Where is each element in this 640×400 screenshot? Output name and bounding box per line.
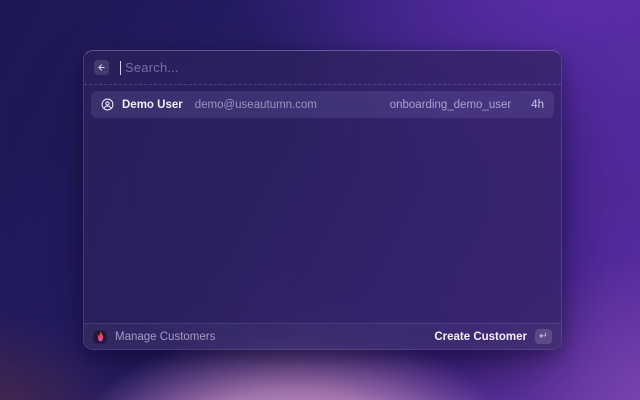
customer-row[interactable]: Demo User demo@useautumn.com onboarding_… xyxy=(91,91,554,118)
enter-key-icon[interactable]: ↵ xyxy=(535,329,552,344)
command-palette: Search... Demo User demo@useautumn.com o… xyxy=(83,50,562,350)
arrow-left-icon xyxy=(97,63,106,72)
customer-last-seen: 4h xyxy=(531,98,544,111)
create-customer-button[interactable]: Create Customer xyxy=(434,331,527,343)
autumn-flame-logo-icon xyxy=(93,329,107,344)
customer-name: Demo User xyxy=(122,98,183,111)
text-cursor xyxy=(120,60,121,75)
palette-footer: Manage Customers Create Customer ↵ xyxy=(84,323,561,349)
search-input[interactable]: Search... xyxy=(125,60,551,75)
results-list: Demo User demo@useautumn.com onboarding_… xyxy=(84,85,561,323)
back-button[interactable] xyxy=(94,60,109,75)
search-header: Search... xyxy=(84,51,561,85)
customer-email: demo@useautumn.com xyxy=(194,98,317,111)
customer-id: onboarding_demo_user xyxy=(389,98,512,111)
manage-customers-label[interactable]: Manage Customers xyxy=(115,331,426,343)
circle-user-icon xyxy=(101,98,114,111)
return-symbol: ↵ xyxy=(539,331,548,342)
